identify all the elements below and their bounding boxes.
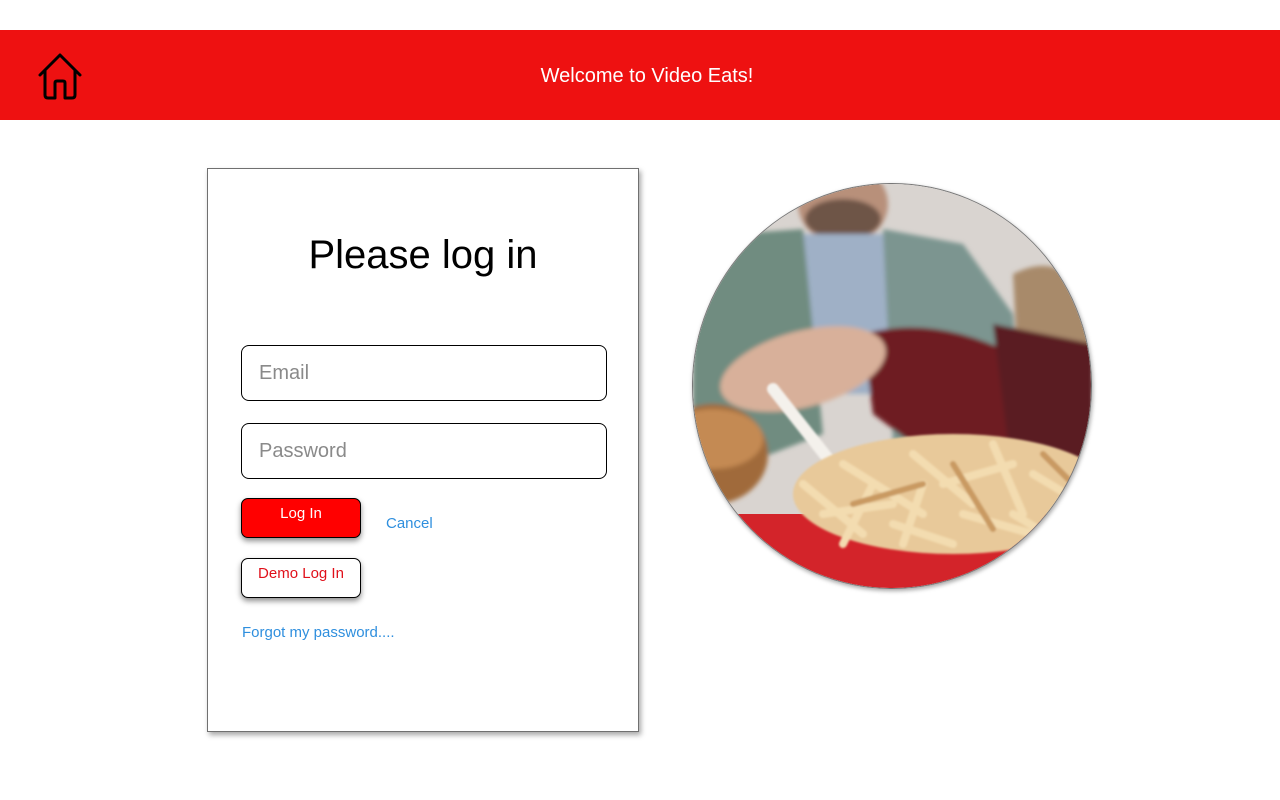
login-card: Please log in Log In Cancel Demo Log In …: [207, 168, 639, 732]
forgot-password-link[interactable]: Forgot my password....: [242, 624, 395, 641]
login-button[interactable]: Log In: [241, 498, 361, 538]
login-title: Please log in: [308, 233, 538, 277]
demo-login-button[interactable]: Demo Log In: [241, 558, 361, 598]
cancel-link[interactable]: Cancel: [386, 515, 433, 532]
header-title: Welcome to Video Eats!: [540, 65, 754, 87]
top-banner: Welcome to Video Eats!: [0, 30, 1280, 120]
food-photo: [692, 183, 1092, 589]
email-field[interactable]: [241, 345, 607, 401]
food-photo-illustration: [693, 184, 1091, 588]
password-field[interactable]: [241, 423, 607, 479]
